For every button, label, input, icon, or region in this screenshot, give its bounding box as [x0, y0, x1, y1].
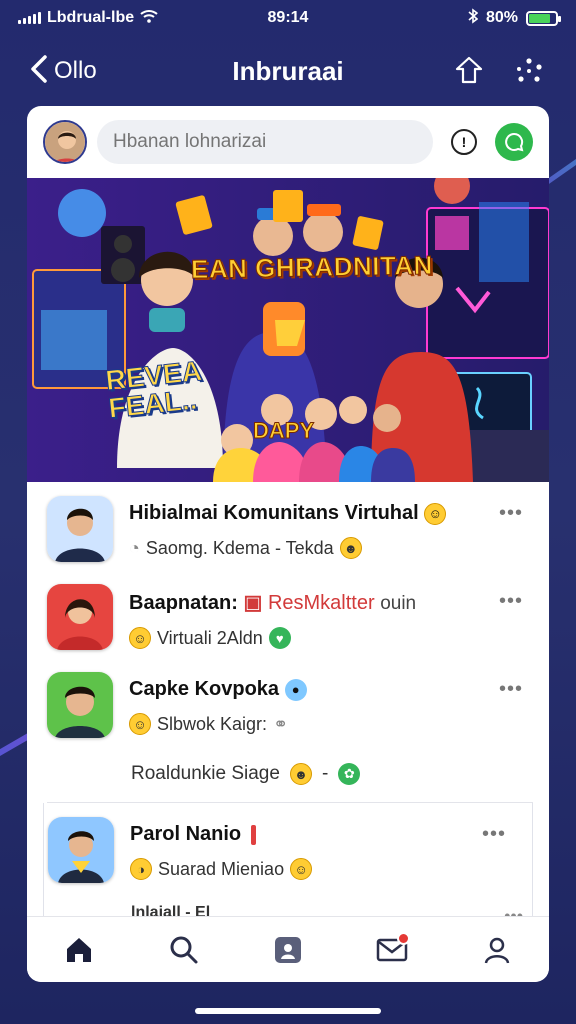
item-subtitle-text: Virtuali 2Aldn	[157, 627, 263, 648]
banner-subtitle: REVEA FEAL..	[104, 355, 206, 425]
chat-icon[interactable]	[495, 123, 533, 161]
laugh-emoji-icon: ☻	[289, 763, 312, 785]
status-bar: Lbdrual-lbe 89:14 80%	[0, 0, 576, 36]
battery-icon	[526, 10, 561, 26]
item-name: Capke Kovpoka ●	[129, 678, 529, 701]
feed-list: Hibialmai Komunitans Virtuhal ☺ ◔ Saomg.…	[27, 482, 549, 933]
banner-title: EAN GHRADNITAN	[190, 249, 434, 285]
leaf-emoji-icon: ✿	[338, 763, 361, 785]
chevron-left-icon	[30, 54, 48, 89]
item-name-highlight: ResMkaltter	[267, 592, 375, 614]
mail-icon[interactable]	[372, 930, 412, 970]
item-name-text: Baapnatan:	[129, 592, 238, 614]
alert-mark-icon	[250, 824, 256, 845]
more-options-icon[interactable]: •••	[499, 678, 523, 701]
item-subtitle-text: Saomg. Kdema - Tekda	[145, 537, 334, 558]
item-subtitle: ◑ Suarad Mieniao ☺	[130, 858, 512, 880]
back-label: Ollo	[54, 57, 97, 84]
item-subtitle: ☺ Virtuali 2Aldn ♥	[129, 627, 529, 649]
item-name-text: Capke Kovpoka	[129, 678, 280, 700]
item-text: Hibialmai Komunitans Virtuhal ☺ ◔ Saomg.…	[129, 496, 529, 570]
avatar[interactable]	[47, 672, 113, 738]
user-icon[interactable]	[477, 930, 517, 970]
moon-icon: ◑	[130, 858, 152, 880]
list-item[interactable]: Parol Nanio ◑ Suarad Mieniao ☺ •••	[44, 803, 532, 891]
sparkle-icon[interactable]	[512, 54, 546, 88]
item-name-text: Parol Nanio	[130, 823, 242, 845]
clock: 89:14	[267, 9, 309, 26]
search-icon[interactable]	[164, 930, 204, 970]
info-icon[interactable]: !	[451, 129, 477, 155]
tab-bar	[27, 916, 549, 982]
item-extra-text: Roaldunkie Siage	[131, 763, 280, 784]
chat-bubble-icon: ◔	[129, 537, 140, 558]
home-indicator[interactable]	[195, 1008, 381, 1014]
profile-card-icon[interactable]	[268, 930, 308, 970]
item-text: Parol Nanio ◑ Suarad Mieniao ☺	[130, 817, 512, 891]
list-item[interactable]: Hibialmai Komunitans Virtuhal ☺ ◔ Saomg.…	[27, 482, 549, 570]
more-options-icon[interactable]: •••	[482, 823, 506, 846]
feed-card: !	[27, 106, 549, 982]
item-subtitle: ☺ Slbwok Kaigr: ⚭	[129, 713, 529, 735]
user-avatar[interactable]	[43, 120, 87, 164]
hero-banner[interactable]: EAN GHRADNITAN REVEA FEAL.. DAPY	[27, 178, 549, 482]
more-options-icon[interactable]: •••	[499, 590, 523, 613]
item-name: Baapnatan: ▣ ResMkaltter ouin	[129, 590, 529, 615]
item-extra-line: Roaldunkie Siage ☻ - ✿	[27, 746, 549, 802]
notification-badge	[397, 931, 411, 945]
gift-icon: ▣	[243, 592, 263, 614]
compose-bar: !	[27, 106, 549, 178]
list-item[interactable]: Capke Kovpoka ● ☺ Slbwok Kaigr: ⚭ •••	[27, 658, 549, 746]
avatar[interactable]	[48, 817, 114, 883]
nav-actions	[452, 54, 546, 88]
home-icon[interactable]	[59, 930, 99, 970]
list-item[interactable]: Baapnatan: ▣ ResMkaltter ouin ☺ Virtuali…	[27, 570, 549, 658]
item-subtitle-text: Suarad Mieniao	[158, 858, 285, 879]
wink-emoji-icon: ☺	[290, 858, 313, 880]
back-button[interactable]: Ollo	[30, 54, 97, 89]
item-subtitle: ◔ Saomg. Kdema - Tekda ☻	[129, 537, 529, 559]
item-name: Parol Nanio	[130, 823, 512, 846]
smile-emoji-icon: ☺	[424, 502, 447, 525]
compose-input[interactable]	[97, 120, 433, 164]
item-subtitle-text: Slbwok Kaigr:	[157, 713, 268, 734]
separator: -	[321, 763, 329, 784]
avatar[interactable]	[47, 496, 113, 562]
navigation-bar: Ollo Inbruraai	[0, 46, 576, 96]
item-text: Baapnatan: ▣ ResMkaltter ouin ☺ Virtuali…	[129, 584, 529, 658]
avatar[interactable]	[47, 584, 113, 650]
item-name-text: Hibialmai Komunitans Virtuhal	[129, 502, 419, 524]
grin-emoji-icon: ☻	[339, 537, 362, 559]
highlighted-item[interactable]: Parol Nanio ◑ Suarad Mieniao ☺ •••	[43, 803, 533, 933]
cool-emoji-icon: ☺	[129, 627, 151, 649]
banner-tag: DAPY	[252, 418, 315, 444]
link-icon: ⚭	[273, 713, 289, 734]
item-text: Capke Kovpoka ● ☺ Slbwok Kaigr: ⚭	[129, 672, 529, 746]
share-icon[interactable]	[452, 54, 486, 88]
face-emoji-icon: ☺	[129, 713, 151, 735]
water-drop-icon: ●	[284, 678, 307, 701]
heart-emoji-icon: ♥	[268, 627, 291, 649]
item-name-tail: ouin	[380, 593, 417, 614]
more-options-icon[interactable]: •••	[499, 502, 523, 525]
item-name: Hibialmai Komunitans Virtuhal ☺	[129, 502, 529, 525]
